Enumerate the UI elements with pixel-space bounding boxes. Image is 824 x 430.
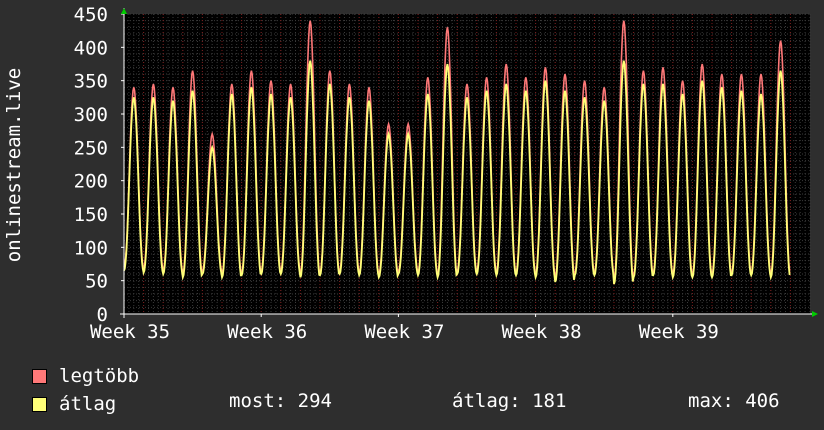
- stat-average-label: átlag:: [452, 390, 521, 412]
- y-tick-label: 200: [74, 171, 108, 193]
- stat-average-value: 181: [532, 390, 567, 412]
- stat-max: max: 406: [688, 390, 780, 412]
- legend-item-average: átlag: [32, 390, 139, 418]
- stat-current-label: most:: [229, 390, 287, 412]
- stat-max-label: max:: [688, 390, 734, 412]
- y-axis-ticks: 050100150200250300350400450: [74, 4, 124, 326]
- y-tick-label: 50: [85, 271, 108, 293]
- stat-max-value: 406: [745, 390, 780, 412]
- x-tick-label: Week 38: [502, 321, 582, 343]
- x-tick-label: Week 39: [639, 321, 719, 343]
- x-tick-label: Week 36: [227, 321, 307, 343]
- x-axis-ticks: Week 35 Week 36 Week 37 Week 38 Week 39: [90, 314, 719, 343]
- x-tick-label: Week 35: [90, 321, 170, 343]
- y-tick-label: 400: [74, 37, 108, 59]
- stat-current: most: 294: [229, 390, 332, 412]
- legend-item-max: legtöbb: [32, 362, 139, 390]
- x-tick-label: Week 37: [364, 321, 444, 343]
- legend-label-average: átlag: [59, 393, 117, 415]
- y-tick-label: 350: [74, 71, 108, 93]
- y-axis-label: onlinestream.live: [3, 68, 25, 262]
- y-tick-label: 150: [74, 204, 108, 226]
- stat-current-value: 294: [297, 390, 332, 412]
- y-tick-label: 450: [74, 4, 108, 26]
- stat-average: átlag: 181: [452, 390, 566, 412]
- y-axis-arrow: [121, 8, 127, 14]
- y-tick-label: 100: [74, 237, 108, 259]
- y-tick-label: 300: [74, 104, 108, 126]
- y-tick-label: 250: [74, 137, 108, 159]
- legend: legtöbb átlag: [32, 362, 139, 418]
- legend-swatch-max: [32, 368, 47, 384]
- legend-label-max: legtöbb: [59, 365, 140, 387]
- x-axis-arrow: [812, 311, 818, 317]
- legend-swatch-average: [32, 396, 47, 412]
